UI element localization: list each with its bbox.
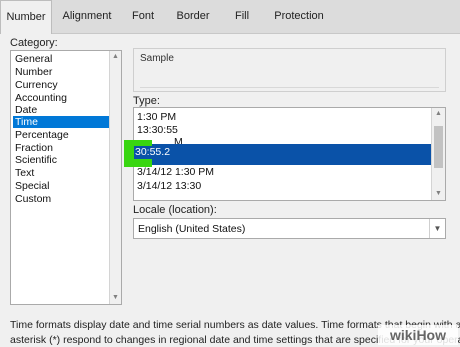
tab-bar: Number Alignment Font Border Fill Protec… (0, 0, 460, 34)
category-item-special[interactable]: Special (13, 180, 111, 192)
tab-font[interactable]: Font (124, 0, 162, 33)
sample-box: Sample (133, 48, 446, 92)
category-item-text[interactable]: Text (13, 167, 111, 179)
locale-select[interactable]: English (United States) ▼ (133, 218, 446, 239)
tab-border[interactable]: Border (170, 0, 216, 33)
type-item[interactable]: 3/14/12 13:30 (137, 180, 201, 192)
sample-label: Sample (140, 53, 174, 64)
wikihow-watermark: wikiHow (378, 325, 458, 345)
category-item-fraction[interactable]: Fraction (13, 142, 111, 154)
locale-value: English (United States) (138, 223, 246, 235)
scroll-up-icon[interactable]: ▲ (433, 109, 444, 119)
category-item-general[interactable]: General (13, 53, 111, 65)
locale-label: Locale (location): (133, 204, 217, 216)
category-item-custom[interactable]: Custom (13, 193, 111, 205)
scroll-down-icon[interactable]: ▼ (110, 293, 121, 303)
type-scrollbar[interactable]: ▲ ▼ (431, 108, 445, 200)
category-label: Category: (10, 37, 58, 49)
chevron-down-icon[interactable]: ▼ (429, 219, 445, 238)
category-item-accounting[interactable]: Accounting (13, 92, 111, 104)
sample-divider (140, 87, 439, 88)
type-selected-row[interactable] (134, 144, 431, 165)
type-list[interactable]: 1:30 PM 13:30:55 M 3/14/12 1:30 PM 3/14/… (133, 107, 446, 201)
category-item-time[interactable]: Time (13, 116, 111, 128)
category-item-percentage[interactable]: Percentage (13, 129, 111, 141)
scroll-down-icon[interactable]: ▼ (433, 189, 444, 199)
type-item[interactable]: 3/14/12 1:30 PM (137, 166, 214, 178)
category-scrollbar[interactable]: ▲ ▼ (109, 51, 121, 304)
scroll-up-icon[interactable]: ▲ (110, 52, 121, 62)
category-item-date[interactable]: Date (13, 104, 111, 116)
category-item-currency[interactable]: Currency (13, 79, 111, 91)
category-item-number[interactable]: Number (13, 66, 111, 78)
type-item[interactable]: 13:30:55 (137, 124, 178, 136)
tab-fill[interactable]: Fill (227, 0, 257, 33)
type-item[interactable]: 1:30 PM (137, 111, 176, 123)
type-item-selected[interactable]: 30:55.2 (134, 146, 172, 159)
category-item-scientific[interactable]: Scientific (13, 154, 111, 166)
tab-alignment[interactable]: Alignment (55, 0, 119, 33)
category-list[interactable]: General Number Currency Accounting Date … (10, 50, 122, 305)
tab-number[interactable]: Number (0, 0, 52, 34)
format-description: Time formats display date and time seria… (10, 319, 460, 331)
tab-protection[interactable]: Protection (268, 0, 330, 33)
scroll-thumb[interactable] (434, 126, 443, 168)
type-label: Type: (133, 95, 160, 107)
